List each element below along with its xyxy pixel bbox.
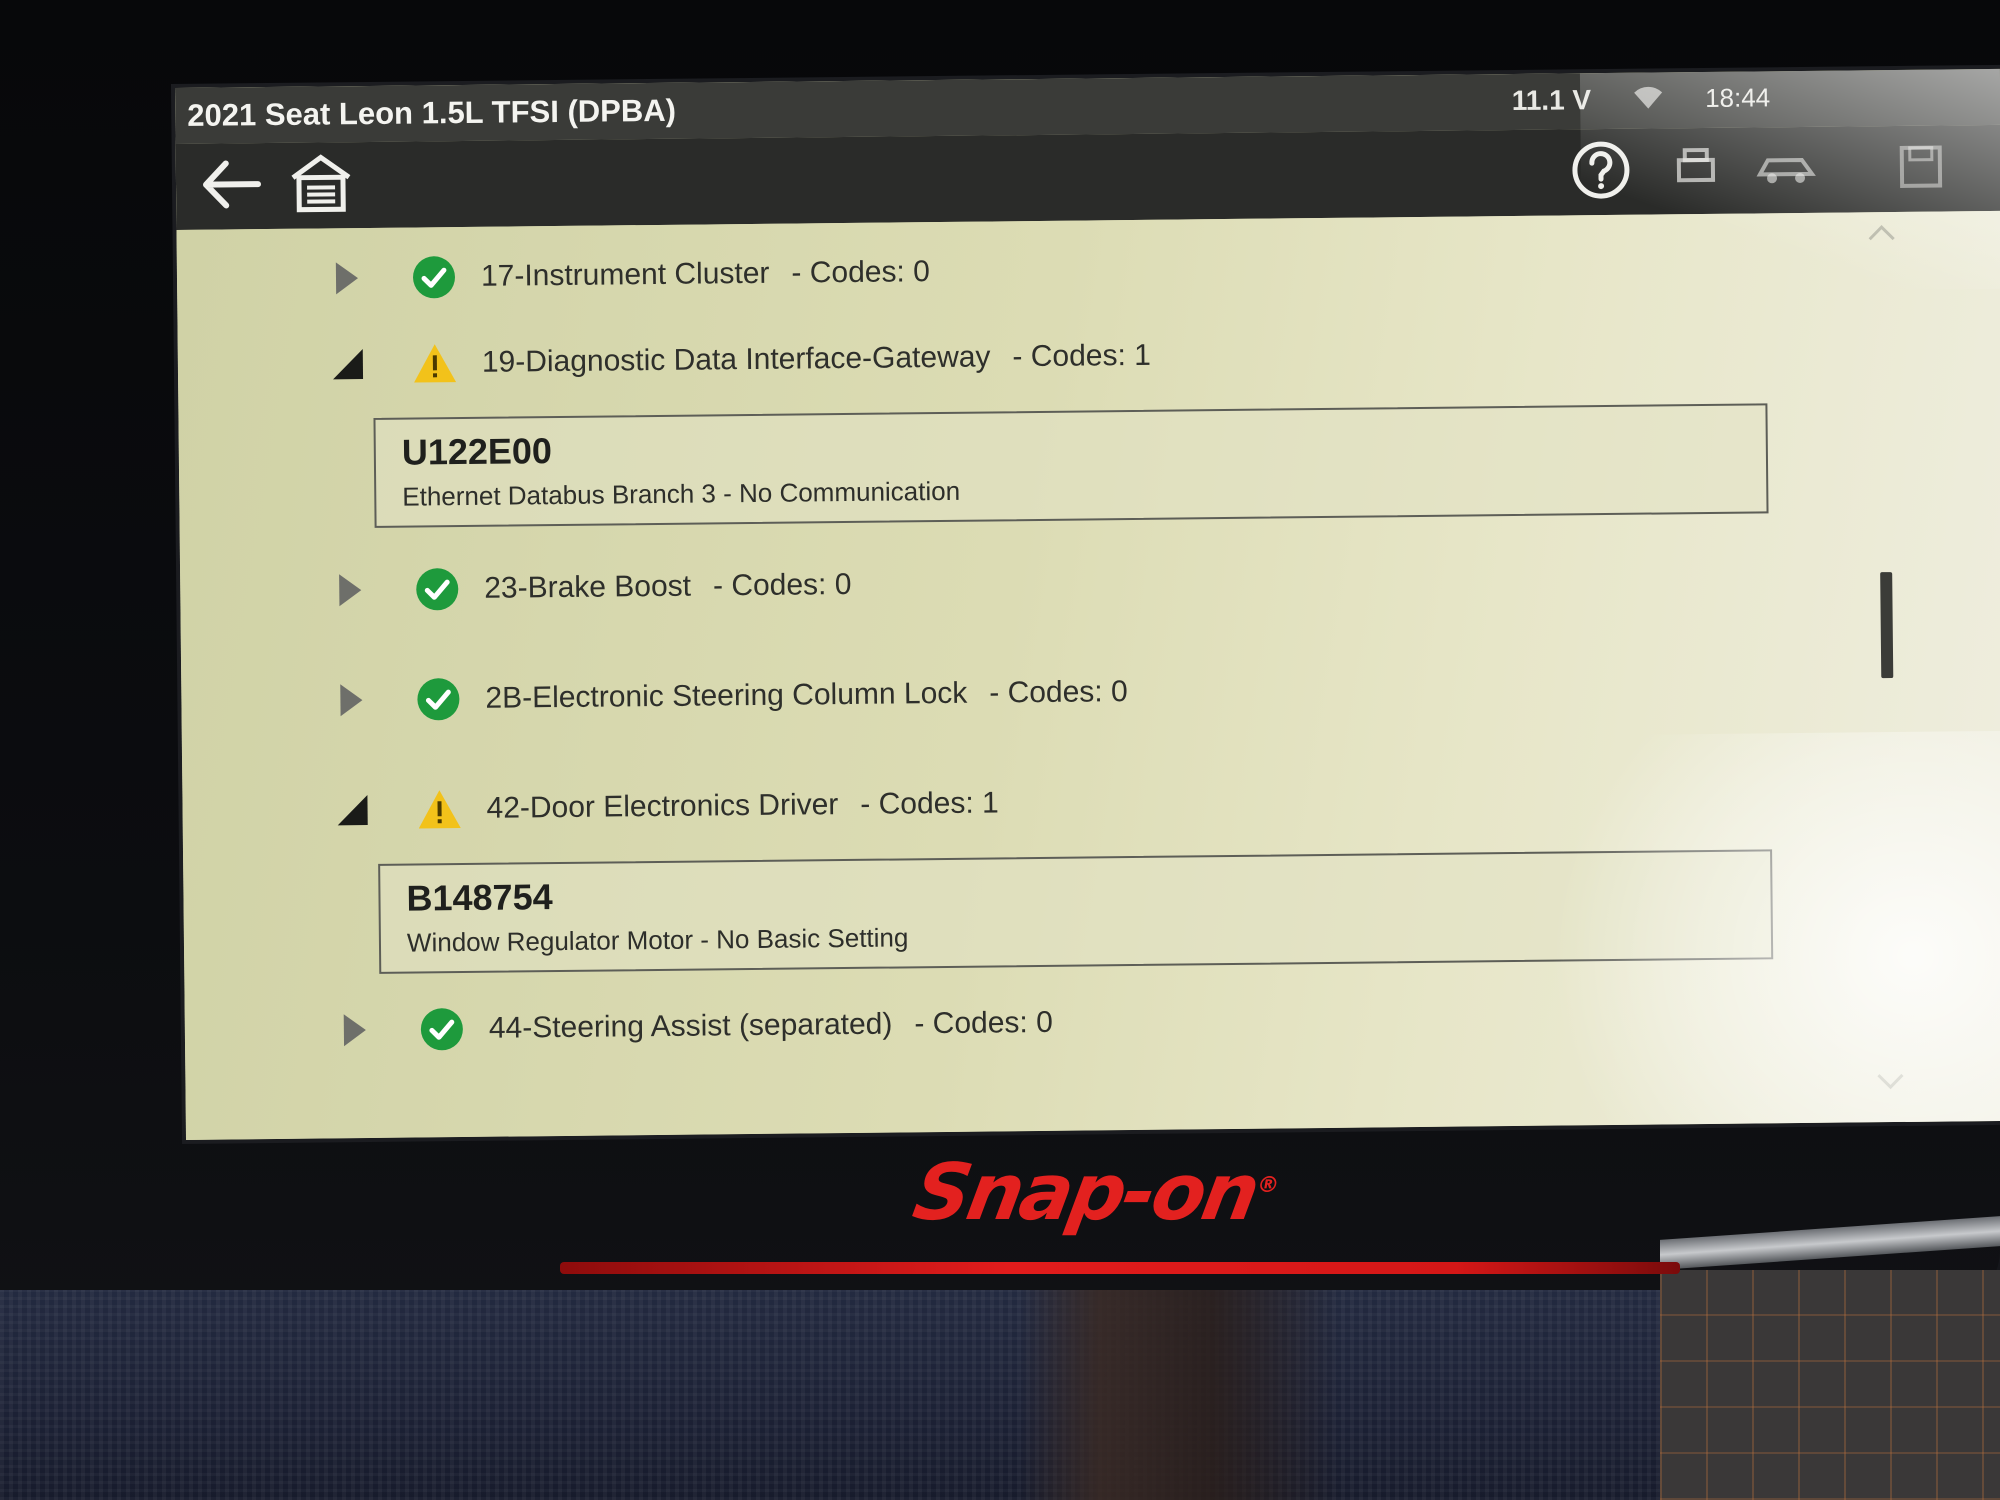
photo-scene: Snap-on® 2021 Seat Leon 1.5L TFSI (DPBA)… xyxy=(0,0,2000,1500)
back-button[interactable] xyxy=(186,143,277,230)
back-arrow-icon xyxy=(198,157,265,217)
save-icon xyxy=(1896,141,1947,197)
wifi-icon xyxy=(1631,82,1665,115)
expand-arrow-icon[interactable] xyxy=(327,258,367,298)
vehicle-button[interactable] xyxy=(1736,127,1837,214)
dtc-description: Window Regulator Motor - No Basic Settin… xyxy=(406,922,909,958)
check-circle-icon xyxy=(411,254,457,300)
home-icon xyxy=(289,153,354,219)
code-count: - Codes: 1 xyxy=(860,786,999,821)
warning-icon xyxy=(412,340,458,386)
dtc-description: Ethernet Databus Branch 3 - No Communica… xyxy=(402,475,961,512)
home-button[interactable] xyxy=(276,142,367,229)
code-count: - Codes: 0 xyxy=(712,567,852,603)
collapse-arrow-icon[interactable] xyxy=(332,790,372,830)
print-icon xyxy=(1671,143,1722,199)
help-icon xyxy=(1570,138,1633,206)
registered-mark: ® xyxy=(1254,1173,1282,1198)
module-name: 2B-Electronic Steering Column Lock xyxy=(485,676,968,715)
module-name: 42-Door Electronics Driver xyxy=(486,788,839,825)
help-button[interactable] xyxy=(1556,129,1647,216)
dtc-entry[interactable]: B148754 Window Regulator Motor - No Basi… xyxy=(378,849,1774,974)
check-circle-icon xyxy=(414,566,460,612)
device-screen: 2021 Seat Leon 1.5L TFSI (DPBA) 11.1 V 1… xyxy=(175,68,2000,1140)
dtc-code: U122E00 xyxy=(401,430,553,473)
scroll-up-icon[interactable] xyxy=(1866,222,1896,242)
check-circle-icon xyxy=(419,1006,465,1052)
battery-voltage: 11.1 V xyxy=(1511,83,1592,116)
module-row[interactable]: 44-Steering Assist (separated) - Codes: … xyxy=(185,984,1686,1064)
expand-arrow-icon[interactable] xyxy=(335,1010,375,1050)
brand-logo-text: Snap-on xyxy=(907,1148,1264,1238)
save-button[interactable] xyxy=(1875,125,1966,212)
warning-icon xyxy=(416,786,462,832)
scroll-down-icon[interactable] xyxy=(1875,1072,1905,1092)
module-name: 17-Instrument Cluster xyxy=(480,256,770,293)
module-row[interactable]: 42-Door Electronics Driver - Codes: 1 xyxy=(182,764,1683,844)
module-name: 23-Brake Boost xyxy=(484,569,692,605)
code-count: - Codes: 0 xyxy=(791,255,930,290)
collapse-arrow-icon[interactable] xyxy=(328,344,368,384)
status-area: 11.1 V 18:44 xyxy=(1512,81,1771,117)
fabric-fold xyxy=(1020,1290,1340,1500)
module-row[interactable]: 23-Brake Boost - Codes: 0 xyxy=(180,544,1681,624)
code-count: - Codes: 0 xyxy=(989,675,1128,710)
module-name: 44-Steering Assist (separated) xyxy=(488,1007,893,1045)
dtc-code: B148754 xyxy=(406,876,553,919)
module-row[interactable]: 2B-Electronic Steering Column Lock - Cod… xyxy=(181,654,1682,734)
module-row[interactable]: 17-Instrument Cluster - Codes: 0 xyxy=(177,232,1678,312)
expand-arrow-icon[interactable] xyxy=(331,680,371,720)
code-count: - Codes: 0 xyxy=(914,1005,1053,1041)
module-list: 17-Instrument Cluster - Codes: 0 19-Diag… xyxy=(176,210,2000,1140)
plaid-fabric xyxy=(1660,1270,2000,1500)
dtc-entry[interactable]: U122E00 Ethernet Databus Branch 3 - No C… xyxy=(373,403,1769,528)
expand-arrow-icon[interactable] xyxy=(330,570,370,610)
module-row[interactable]: 19-Diagnostic Data Interface-Gateway - C… xyxy=(178,318,1679,398)
vehicle-icon xyxy=(1754,145,1819,195)
vehicle-title: 2021 Seat Leon 1.5L TFSI (DPBA) xyxy=(187,92,677,133)
check-circle-icon xyxy=(415,676,461,722)
print-button[interactable] xyxy=(1656,128,1737,215)
red-trim-strip xyxy=(560,1262,1680,1274)
brand-logo: Snap-on® xyxy=(907,1148,1286,1238)
code-count: - Codes: 1 xyxy=(1012,338,1152,374)
scrollbar-thumb[interactable] xyxy=(1880,572,1894,679)
clock: 18:44 xyxy=(1704,82,1771,113)
module-name: 19-Diagnostic Data Interface-Gateway xyxy=(481,340,991,379)
